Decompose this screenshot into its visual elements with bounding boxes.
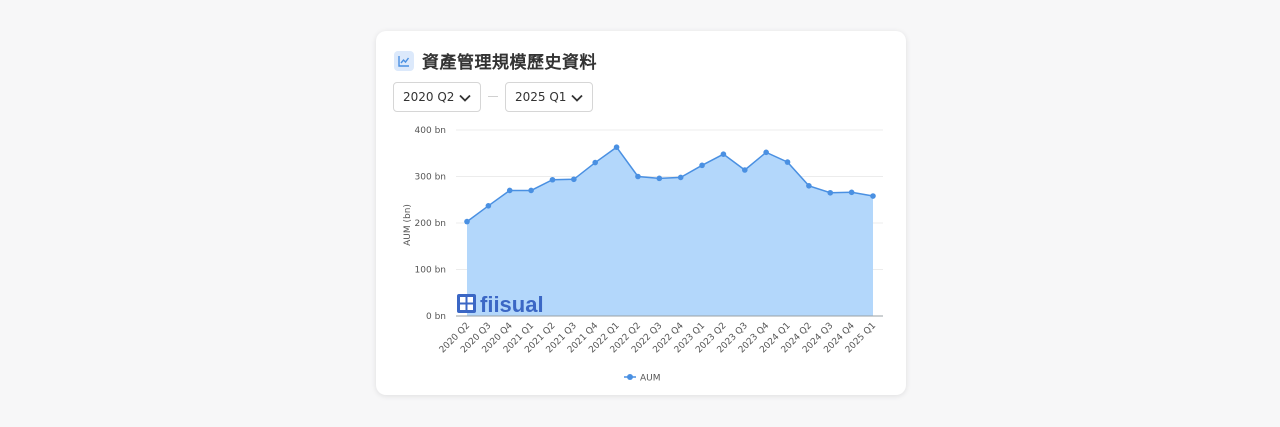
data-point: [741, 167, 748, 173]
y-tick-label: 400 bn: [415, 126, 446, 136]
legend[interactable]: AUM: [624, 374, 661, 384]
data-point: [656, 175, 663, 182]
data-point: [699, 162, 705, 169]
y-tick-label: 200 bn: [415, 219, 446, 229]
data-point: [848, 189, 855, 196]
data-point: [464, 218, 470, 225]
data-point: [720, 151, 727, 157]
data-point: [613, 144, 620, 151]
y-tick-label: 0 bn: [426, 312, 446, 322]
y-axis-title: AUM (bn): [403, 204, 413, 246]
data-point: [870, 193, 876, 199]
data-point: [485, 202, 492, 209]
data-point: [806, 183, 812, 189]
data-point: [827, 189, 834, 196]
aum-area-fill: [467, 147, 873, 316]
chart-card: 資產管理規模歷史資料 2020 Q2 2025 Q1 0 bn 100 bn 200…: [376, 31, 906, 395]
data-point: [571, 176, 577, 183]
watermark-text: fiisual: [480, 292, 544, 317]
data-point: [635, 173, 641, 180]
data-point: [506, 187, 513, 194]
data-point: [549, 176, 556, 183]
y-tick-label: 100 bn: [415, 266, 446, 276]
legend-label: AUM: [640, 374, 661, 384]
y-tick-label: 300 bn: [415, 173, 446, 183]
data-point: [592, 159, 599, 166]
aum-area-chart: 0 bn100 bn200 bn300 bn400 bn 2020 Q22020…: [403, 126, 883, 384]
data-point: [784, 159, 791, 165]
data-point: [528, 187, 534, 194]
data-point: [677, 174, 684, 181]
data-point: [763, 149, 769, 156]
